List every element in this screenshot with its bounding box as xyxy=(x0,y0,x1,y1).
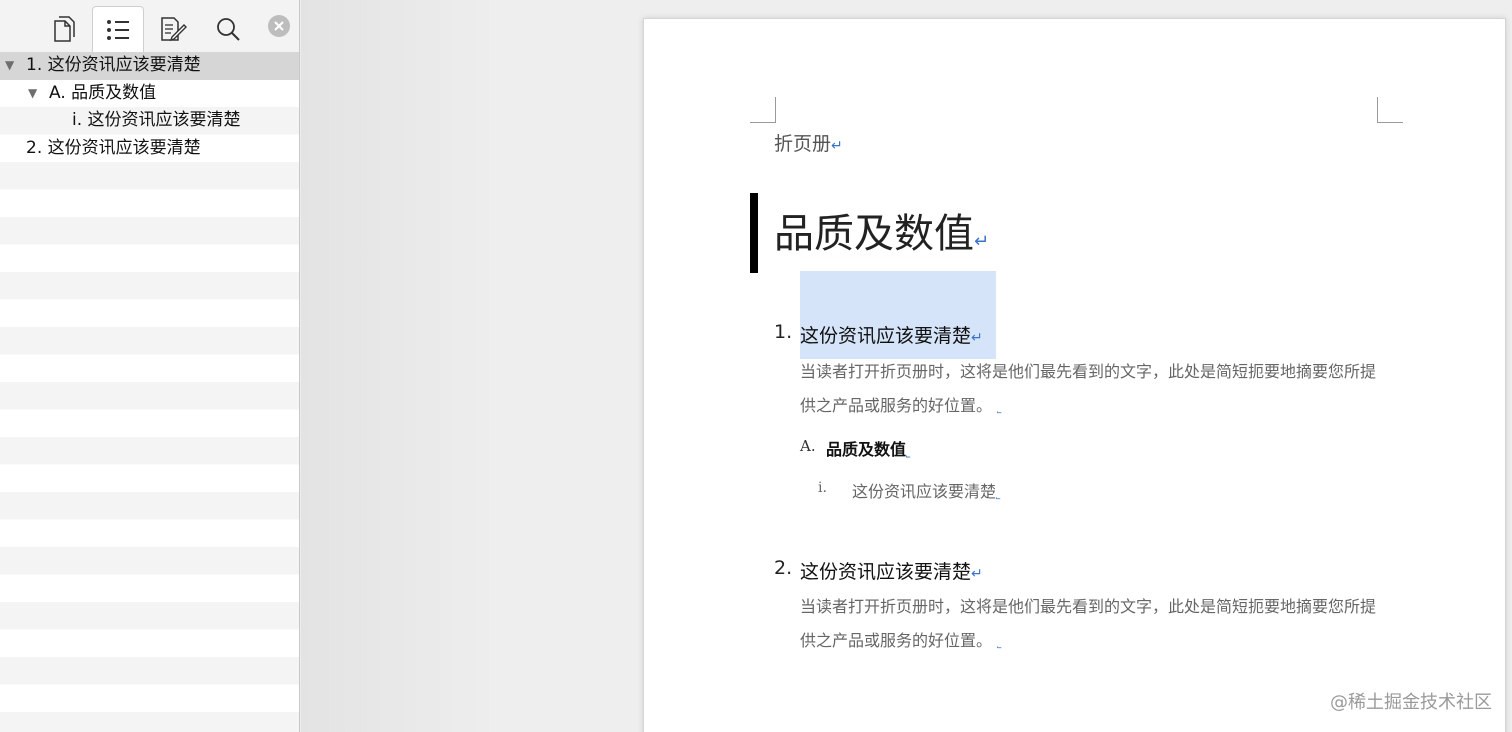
body-line-text: 供之产品或服务的好位置。 xyxy=(800,631,993,650)
subsubsection-heading[interactable]: 这份资讯应该要清楚˾ xyxy=(852,478,1000,502)
paragraph-mark-icon: ˾ xyxy=(906,445,911,458)
close-circle-icon xyxy=(274,21,284,31)
subsection-heading[interactable]: 品质及数值˾ xyxy=(826,436,910,460)
document-edit-icon xyxy=(161,17,187,42)
body-line: 供之产品或服务的好位置。 ˾ xyxy=(800,389,1376,425)
outline-item[interactable]: ▼ A. 品质及数值 xyxy=(0,80,299,108)
outline-item[interactable]: ▼ 1. 这份资讯应该要清楚 xyxy=(0,52,299,80)
disclosure-triangle-icon[interactable]: ▼ xyxy=(5,52,14,80)
paragraph-mark-icon: ˾ xyxy=(997,401,1002,414)
disclosure-triangle-icon[interactable]: ▼ xyxy=(28,80,37,108)
sidebar: ▼ 1. 这份资讯应该要清楚 ▼ A. 品质及数值 i. 这份资讯应该要清楚 2… xyxy=(0,0,300,732)
outline-tab[interactable] xyxy=(92,6,144,52)
body-paragraph[interactable]: 当读者打开折页册时，这将是他们最先看到的文字，此处是简短扼要地摘要您所提 供之产… xyxy=(800,355,1376,425)
paragraph-mark-icon: ↵ xyxy=(971,566,983,582)
outline-tree: ▼ 1. 这份资讯应该要清楚 ▼ A. 品质及数值 i. 这份资讯应该要清楚 2… xyxy=(0,52,299,163)
paragraph-mark-icon: ↵ xyxy=(971,330,983,346)
crop-mark xyxy=(750,97,776,123)
section-number: 2. xyxy=(774,557,793,579)
watermark: @稀土掘金技术社区 xyxy=(1330,692,1492,713)
outline-item-label: 2. 这份资讯应该要清楚 xyxy=(26,137,201,158)
body-line: 当读者打开折页册时，这将是他们最先看到的文字，此处是简短扼要地摘要您所提 xyxy=(800,597,1377,616)
section-heading[interactable]: 这份资讯应该要清楚↵ xyxy=(800,557,983,584)
outline-item[interactable]: i. 这份资讯应该要清楚 xyxy=(0,107,299,135)
pages-tab[interactable] xyxy=(37,6,89,52)
document-page[interactable]: 折页册↵ 品质及数值↵ 1. 这份资讯应该要清楚↵ 当读者打开折页册时，这将是他… xyxy=(643,18,1506,732)
paragraph-mark-icon: ↵ xyxy=(974,231,990,252)
outline-item-label: i. 这份资讯应该要清楚 xyxy=(72,110,241,130)
outline-item-label: 1. 这份资讯应该要清楚 xyxy=(26,55,201,75)
review-tab[interactable] xyxy=(147,6,199,52)
sidebar-tab-bar xyxy=(0,0,299,52)
paragraph-mark-icon: ↵ xyxy=(831,138,843,154)
close-sidebar-button[interactable] xyxy=(268,15,290,37)
subheading-text: 品质及数值 xyxy=(826,440,907,459)
page-header[interactable]: 折页册↵ xyxy=(774,129,843,156)
paragraph-mark-icon: ˾ xyxy=(997,636,1002,649)
page-title[interactable]: 品质及数值↵ xyxy=(774,201,989,259)
search-icon xyxy=(217,18,240,41)
heading-text: 这份资讯应该要清楚 xyxy=(800,325,972,347)
paragraph-mark-icon: ˾ xyxy=(996,487,1001,500)
title-accent-bar xyxy=(750,193,758,273)
subsubheading-text: 这份资讯应该要清楚 xyxy=(852,482,997,501)
bullet-list-icon xyxy=(107,19,129,40)
page-thumbnails-icon xyxy=(54,16,75,42)
subsubsection-numeral: i. xyxy=(818,480,827,496)
outline-item[interactable]: 2. 这份资讯应该要清楚 xyxy=(0,135,299,163)
title-text: 品质及数值 xyxy=(774,211,974,257)
outline-item-label: A. 品质及数值 xyxy=(49,82,157,103)
heading-text: 这份资讯应该要清楚 xyxy=(800,561,972,583)
crop-mark xyxy=(1377,97,1403,123)
search-tab[interactable] xyxy=(202,6,254,52)
body-paragraph[interactable]: 当读者打开折页册时，这将是他们最先看到的文字，此处是简短扼要地摘要您所提 供之产… xyxy=(800,590,1376,660)
section-number: 1. xyxy=(774,321,793,343)
body-line: 供之产品或服务的好位置。 ˾ xyxy=(800,624,1376,660)
body-line: 当读者打开折页册时，这将是他们最先看到的文字，此处是简短扼要地摘要您所提 xyxy=(800,362,1377,381)
body-line-text: 供之产品或服务的好位置。 xyxy=(800,396,993,415)
header-text: 折页册 xyxy=(774,133,832,155)
section-heading[interactable]: 这份资讯应该要清楚↵ xyxy=(800,321,983,348)
subsection-letter: A. xyxy=(800,437,816,455)
